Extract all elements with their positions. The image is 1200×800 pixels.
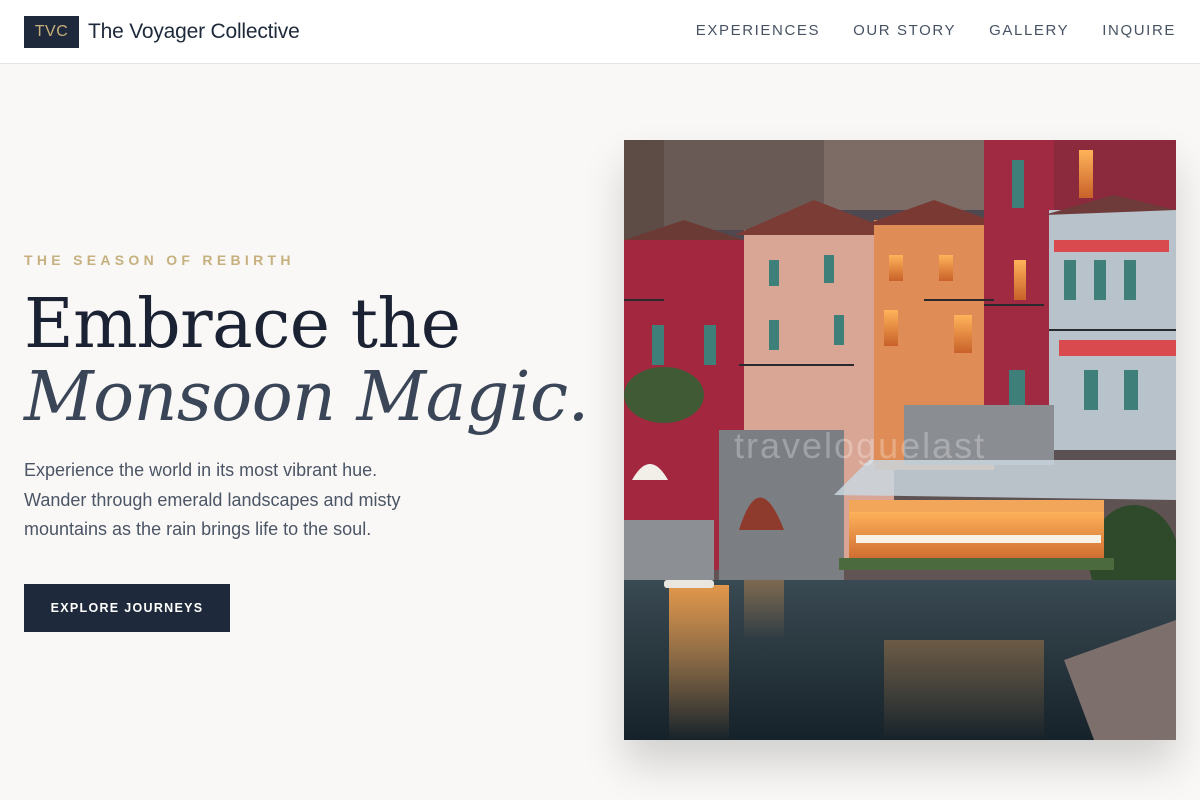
main-nav: EXPERIENCES OUR STORY GALLERY INQUIRE [696, 20, 1176, 42]
hero-title-line-2: Monsoon Magic. [24, 358, 589, 437]
brand-logo[interactable]: TVC The Voyager Collective [24, 16, 300, 48]
brand-badge: TVC [24, 16, 79, 48]
hero-description-line: mountains as the rain brings life to the… [24, 519, 372, 539]
hero-description: Experience the world in its most vibrant… [24, 456, 464, 545]
nav-link-inquire[interactable]: INQUIRE [1102, 20, 1176, 42]
nav-link-gallery[interactable]: GALLERY [989, 20, 1069, 42]
hero-description-line: Experience the world in its most vibrant… [24, 460, 378, 480]
nav-link-our-story[interactable]: OUR STORY [853, 20, 956, 42]
hero-title: Embrace the Monsoon Magic. [24, 288, 589, 434]
hero-description-line: Wander through emerald landscapes and mi… [24, 489, 401, 510]
nav-link-experiences[interactable]: EXPERIENCES [696, 20, 820, 42]
hero-title-line-1: Embrace the [24, 285, 461, 364]
explore-journeys-button[interactable]: EXPLORE JOURNEYS [24, 584, 230, 632]
hero-image: traveloguelast [624, 140, 1176, 740]
brand-name: The Voyager Collective [88, 20, 300, 43]
image-watermark: traveloguelast [734, 425, 986, 466]
hero-eyebrow: THE SEASON OF REBIRTH [24, 252, 295, 268]
site-header: TVC The Voyager Collective EXPERIENCES O… [0, 0, 1200, 64]
